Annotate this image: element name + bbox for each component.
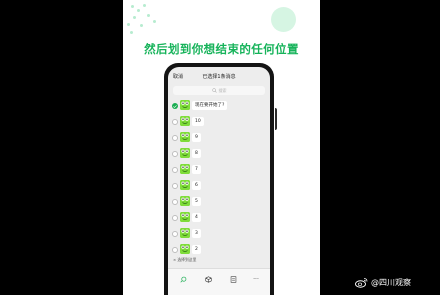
message-bubble[interactable]: 7	[192, 165, 201, 174]
search-icon	[211, 88, 217, 93]
message-bubble[interactable]: 9	[192, 133, 201, 142]
decor-dot	[143, 4, 146, 7]
decor-dot	[137, 9, 140, 12]
select-checkbox[interactable]	[172, 103, 178, 109]
avatar[interactable]	[180, 180, 190, 190]
avatar[interactable]	[180, 244, 190, 254]
top-bar: 取消 已选择1条消息	[168, 67, 270, 86]
watermark-text: @四川观察	[371, 278, 411, 287]
search-icon	[179, 276, 186, 283]
message-row[interactable]: 8	[168, 147, 270, 163]
frog-avatar-icon	[180, 244, 190, 254]
frog-avatar-icon	[180, 132, 190, 142]
decor-dot	[133, 16, 136, 19]
frog-avatar-icon	[180, 116, 190, 126]
select-checkbox[interactable]	[172, 215, 178, 221]
message-row[interactable]: 7	[168, 163, 270, 179]
favorite-action-button[interactable]	[204, 276, 212, 284]
headline: 然后划到你想结束的任何位置	[144, 42, 299, 56]
frog-avatar-icon	[180, 148, 190, 158]
phone-mockup: 取消 已选择1条消息 搜索 现在要开始了? 10 9 8 7 6 5 4 3 2 × 选择到这里	[164, 63, 274, 295]
message-row[interactable]: 4	[168, 211, 270, 227]
decor-dot	[153, 20, 156, 23]
decor-dot	[131, 5, 134, 8]
more-button[interactable]: ···	[252, 276, 260, 284]
message-bubble[interactable]: 8	[192, 149, 201, 158]
select-checkbox[interactable]	[172, 119, 178, 125]
select-checkbox[interactable]	[172, 199, 178, 205]
message-bubble[interactable]: 5	[192, 197, 201, 206]
search-action-button[interactable]	[179, 276, 187, 284]
message-bubble[interactable]: 3	[192, 229, 201, 238]
message-bubble[interactable]: 4	[192, 213, 201, 222]
frog-avatar-icon	[180, 196, 190, 206]
frog-avatar-icon	[180, 180, 190, 190]
decor-dot	[147, 14, 150, 17]
action-toolbar: ···	[168, 268, 270, 295]
frog-avatar-icon	[180, 100, 190, 110]
message-bubble[interactable]: 2	[192, 245, 201, 254]
selection-note[interactable]: × 选择到这里	[173, 257, 196, 263]
frog-avatar-icon	[180, 164, 190, 174]
select-checkbox[interactable]	[172, 183, 178, 189]
avatar[interactable]	[180, 116, 190, 126]
avatar[interactable]	[180, 228, 190, 238]
chat-screen: 取消 已选择1条消息 搜索 现在要开始了? 10 9 8 7 6 5 4 3 2 × 选择到这里	[168, 67, 270, 295]
weibo-logo-icon	[355, 278, 368, 288]
message-row[interactable]: 6	[168, 179, 270, 195]
message-bubble[interactable]: 6	[192, 181, 201, 190]
message-row[interactable]: 5	[168, 195, 270, 211]
watermark: @四川观察	[355, 277, 411, 288]
select-checkbox[interactable]	[172, 135, 178, 141]
decor-dot	[130, 31, 133, 34]
phone-side-button	[275, 108, 277, 130]
frog-avatar-icon	[180, 228, 190, 238]
message-bubble[interactable]: 现在要开始了?	[192, 101, 228, 110]
avatar[interactable]	[180, 164, 190, 174]
selection-title: 已选择1条消息	[202, 74, 236, 80]
search-input[interactable]: 搜索	[173, 86, 265, 95]
search-placeholder: 搜索	[218, 87, 227, 93]
select-checkbox[interactable]	[172, 231, 178, 237]
message-row[interactable]: 现在要开始了?	[168, 99, 270, 115]
message-row[interactable]: 3	[168, 227, 270, 243]
note-icon	[230, 276, 236, 283]
decor-dot	[140, 24, 143, 27]
avatar[interactable]	[180, 100, 190, 110]
video-frame: 然后划到你想结束的任何位置 取消 已选择1条消息 搜索 现在要开始了? 10 9 8 7…	[123, 0, 320, 295]
avatar[interactable]	[180, 196, 190, 206]
select-checkbox[interactable]	[172, 167, 178, 173]
message-row[interactable]: 10	[168, 115, 270, 131]
avatar[interactable]	[180, 132, 190, 142]
cube-icon	[204, 276, 212, 283]
select-checkbox[interactable]	[172, 247, 178, 253]
avatar[interactable]	[180, 148, 190, 158]
check-icon	[173, 104, 177, 108]
frog-avatar-icon	[180, 212, 190, 222]
message-row[interactable]: 9	[168, 131, 270, 147]
message-bubble[interactable]: 10	[192, 117, 204, 126]
avatar[interactable]	[180, 212, 190, 222]
select-checkbox[interactable]	[172, 151, 178, 157]
decor-circle	[271, 7, 296, 32]
note-action-button[interactable]	[229, 276, 237, 284]
decor-dot	[127, 23, 130, 26]
